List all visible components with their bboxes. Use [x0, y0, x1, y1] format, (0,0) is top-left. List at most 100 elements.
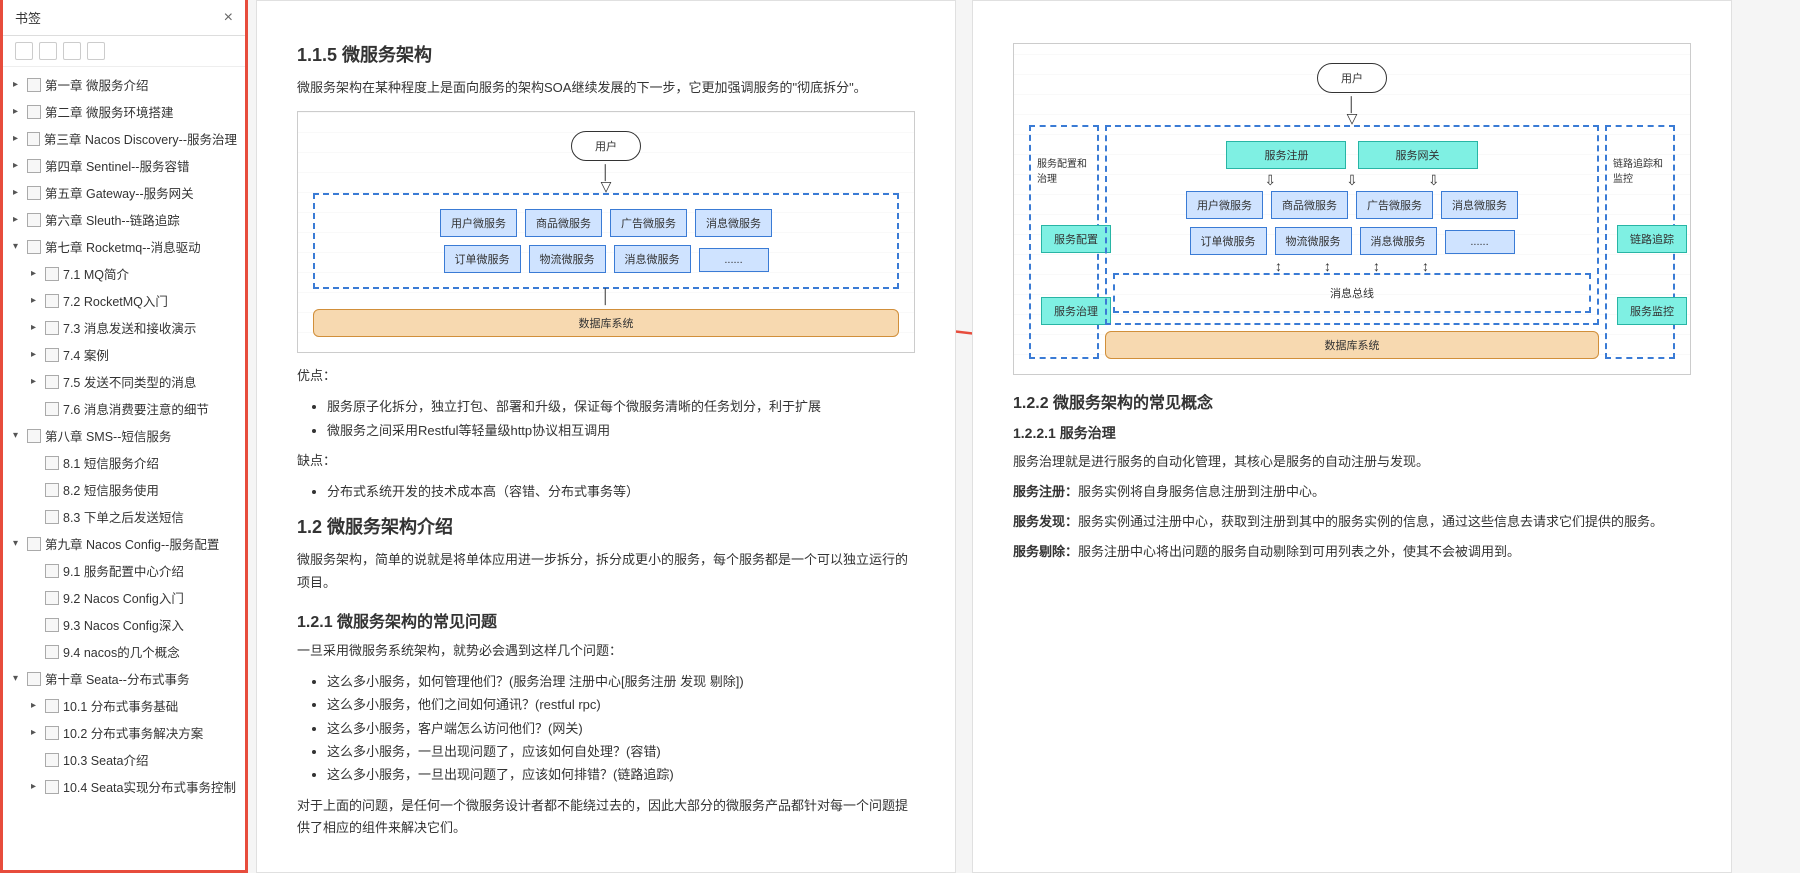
diagram-box: 商品微服务 [525, 209, 602, 237]
bookmark-icon [27, 240, 41, 254]
bookmark-item[interactable]: ▸第一章 微服务介绍 [3, 71, 245, 98]
bookmark-item[interactable]: ▸7.4 案例 [3, 341, 245, 368]
bookmark-label: 第四章 Sentinel--服务容错 [45, 156, 189, 175]
bookmark-item[interactable]: ▾ 第九章 Nacos Config--服务配置 [3, 530, 245, 557]
expand-icon[interactable]: ▸ [31, 349, 41, 360]
bookmark-icon [45, 618, 59, 632]
sidebar-header: 书签 × [3, 0, 245, 36]
bookmark-item[interactable]: ▸ 7.3 消息发送和接收演示 [3, 314, 245, 341]
tool-icon[interactable] [15, 42, 33, 60]
bookmark-item[interactable]: 8.2 短信服务使用 [3, 476, 245, 503]
bookmark-label: 第九章 Nacos Config--服务配置 [45, 534, 219, 553]
bookmark-icon [45, 456, 59, 470]
diagram-box: 用户微服务 [440, 209, 517, 237]
bookmark-item[interactable]: ▾第十章 Seata--分布式事务 [3, 665, 245, 692]
expand-icon[interactable]: ▸ [13, 133, 23, 144]
diagram-box: ...... [699, 248, 769, 272]
bookmark-item[interactable]: 9.1 服务配置中心介绍 [3, 557, 245, 584]
expand-icon[interactable]: ▸ [31, 727, 41, 738]
expand-icon[interactable]: ▸ [13, 214, 23, 225]
tool-icon[interactable] [39, 42, 57, 60]
bookmark-icon [45, 699, 59, 713]
expand-icon[interactable]: ▾ [13, 673, 23, 684]
expand-icon[interactable]: ▸ [31, 700, 41, 711]
bookmark-item[interactable]: 8.3 下单之后发送短信 [3, 503, 245, 530]
para: 微服务架构，简单的说就是将单体应用进一步拆分，拆分成更小的服务，每个服务都是一个… [297, 549, 915, 593]
bookmark-label: 8.3 下单之后发送短信 [63, 507, 184, 526]
bookmark-label: 第五章 Gateway--服务网关 [45, 183, 194, 202]
diagram-box: 消息微服务 [1441, 191, 1518, 219]
bookmark-icon [27, 105, 41, 119]
diagram-box: 商品微服务 [1271, 191, 1348, 219]
bookmark-label: 7.3 消息发送和接收演示 [63, 318, 196, 337]
diagram-box: 用户微服务 [1186, 191, 1263, 219]
bookmark-icon [45, 510, 59, 524]
bookmark-item[interactable]: 10.3 Seata介绍 [3, 746, 245, 773]
bookmark-item[interactable]: ▸ 第五章 Gateway--服务网关 [3, 179, 245, 206]
expand-icon[interactable]: ▸ [13, 187, 23, 198]
diagram-user: 用户 [571, 131, 641, 161]
bookmark-icon [45, 402, 59, 416]
bookmark-label: 8.1 短信服务介绍 [63, 453, 159, 472]
bookmark-item[interactable]: ▸第六章 Sleuth--链路追踪 [3, 206, 245, 233]
bookmark-item[interactable]: ▾第七章 Rocketmq--消息驱动 [3, 233, 245, 260]
term: 服务注册： [1013, 484, 1078, 499]
list-advantages: 服务原子化拆分，独立打包、部署和升级，保证每个微服务清晰的任务划分，利于扩展微服… [327, 395, 915, 442]
expand-icon[interactable]: ▾ [13, 241, 23, 252]
bookmark-item[interactable]: 9.4 nacos的几个概念 [3, 638, 245, 665]
diagram-box: 消息微服务 [695, 209, 772, 237]
diagram-box: 订单微服务 [444, 245, 521, 273]
bookmark-item[interactable]: ▾第八章 SMS--短信服务 [3, 422, 245, 449]
bookmark-item[interactable]: 9.3 Nacos Config深入 [3, 611, 245, 638]
tool-icon[interactable] [63, 42, 81, 60]
list-item: 这么多小服务，客户端怎么访问他们？(网关) [327, 717, 915, 740]
close-icon[interactable]: × [224, 9, 233, 27]
bookmark-item[interactable]: ▸第三章 Nacos Discovery--服务治理 [3, 125, 245, 152]
bookmark-item[interactable]: 7.6 消息消费要注意的细节 [3, 395, 245, 422]
expand-icon[interactable]: ▸ [31, 781, 41, 792]
bookmark-label: 7.6 消息消费要注意的细节 [63, 399, 209, 418]
bookmark-item[interactable]: 9.2 Nacos Config入门 [3, 584, 245, 611]
bookmark-label: 9.1 服务配置中心介绍 [63, 561, 184, 580]
bookmark-item[interactable]: ▸10.1 分布式事务基础 [3, 692, 245, 719]
expand-icon[interactable]: ▸ [13, 106, 23, 117]
expand-icon[interactable]: ▸ [31, 376, 41, 387]
bookmark-item[interactable]: 8.1 短信服务介绍 [3, 449, 245, 476]
expand-icon[interactable]: ▾ [13, 538, 23, 549]
term: 服务剔除： [1013, 544, 1078, 559]
bookmark-icon [45, 321, 59, 335]
bookmark-icon [45, 375, 59, 389]
bookmark-item[interactable]: ▸第二章 微服务环境搭建 [3, 98, 245, 125]
expand-icon[interactable]: ▸ [13, 79, 23, 90]
bookmark-label: 9.4 nacos的几个概念 [63, 642, 180, 661]
bookmark-tree: ▸第一章 微服务介绍▸第二章 微服务环境搭建▸第三章 Nacos Discove… [3, 67, 245, 870]
bookmark-item[interactable]: ▸7.2 RocketMQ入门 [3, 287, 245, 314]
diagram-box: 订单微服务 [1190, 227, 1267, 255]
para: 服务治理就是进行服务的自动化管理，其核心是服务的自动注册与发现。 [1013, 451, 1691, 473]
bookmark-label: 9.2 Nacos Config入门 [63, 588, 184, 607]
diagram-user: 用户 [1317, 63, 1387, 93]
expand-icon[interactable]: ▸ [13, 160, 23, 171]
diagram-db: 数据库系统 [1105, 331, 1599, 359]
tool-icon[interactable] [87, 42, 105, 60]
bookmark-item[interactable]: ▸7.1 MQ简介 [3, 260, 245, 287]
list-item: 分布式系统开发的技术成本高（容错、分布式事务等） [327, 480, 915, 503]
expand-icon[interactable]: ▸ [31, 268, 41, 279]
diagram-microservice-1: 用户 │▽ 用户微服务商品微服务广告微服务消息微服务 订单微服务物流微服务消息微… [297, 111, 915, 353]
bookmark-icon [45, 726, 59, 740]
expand-icon[interactable]: ▾ [13, 430, 23, 441]
bookmark-item[interactable]: ▸ 第四章 Sentinel--服务容错 [3, 152, 245, 179]
expand-icon[interactable]: ▸ [31, 322, 41, 333]
diagram-label: 服务配置和治理 [1037, 155, 1091, 185]
para: 对于上面的问题，是任何一个微服务设计者都不能绕过去的，因此大部分的微服务产品都针… [297, 795, 915, 839]
term-def: 服务实例通过注册中心，获取到注册到其中的服务实例的信息，通过这些信息去请求它们提… [1078, 514, 1663, 529]
list-disadvantages: 分布式系统开发的技术成本高（容错、分布式事务等） [327, 480, 915, 503]
bookmark-icon [27, 213, 41, 227]
list-item: 微服务之间采用Restful等轻量级http协议相互调用 [327, 419, 915, 442]
bookmark-item[interactable]: ▸10.4 Seata实现分布式事务控制 [3, 773, 245, 800]
bookmark-label: 10.3 Seata介绍 [63, 750, 148, 769]
expand-icon[interactable]: ▸ [31, 295, 41, 306]
term-def: 服务注册中心将出问题的服务自动剔除到可用列表之外，使其不会被调用到。 [1078, 544, 1520, 559]
bookmark-item[interactable]: ▸7.5 发送不同类型的消息 [3, 368, 245, 395]
bookmark-item[interactable]: ▸10.2 分布式事务解决方案 [3, 719, 245, 746]
